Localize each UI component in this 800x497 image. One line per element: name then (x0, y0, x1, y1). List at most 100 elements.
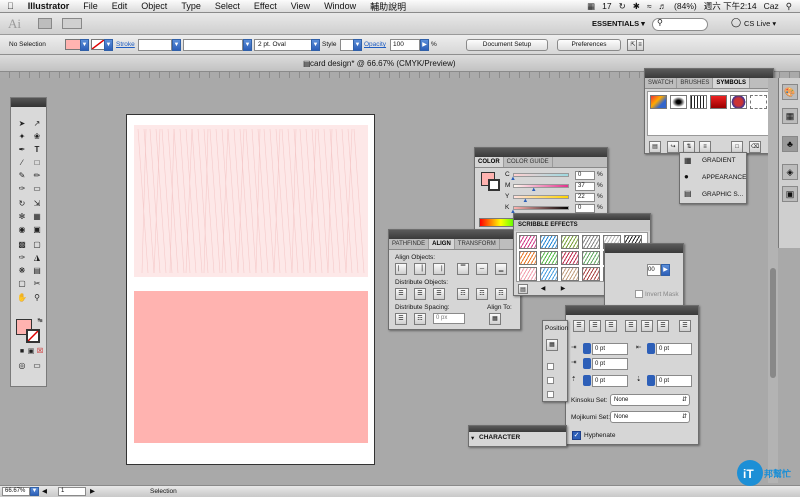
hyphenate-checkbox[interactable]: ✓ (572, 431, 581, 440)
align-left-icon[interactable]: ⎸ (395, 263, 407, 275)
align-left-text-icon[interactable]: ☰ (573, 320, 585, 332)
perspective-grid-tool-icon[interactable]: ▣ (30, 224, 44, 235)
channel-slider-k[interactable] (513, 206, 569, 210)
document-setup-button[interactable]: Document Setup (466, 39, 548, 51)
volume-icon[interactable]: ♬ (659, 1, 668, 11)
menu-effect[interactable]: Effect (247, 1, 284, 11)
next-library-icon[interactable]: ▶ (558, 284, 568, 294)
right-indent-input[interactable]: 0 pt (656, 343, 692, 355)
scribble-style-swatch[interactable] (561, 267, 579, 281)
workspace-switcher[interactable]: ESSENTIALS ▾ (592, 19, 645, 28)
menu-app-name[interactable]: Illustrator (21, 1, 77, 11)
pen-tool-icon[interactable]: ✒ (15, 144, 29, 155)
distribute-left-icon[interactable]: ☶ (457, 288, 469, 300)
tab-color-guide[interactable]: COLOR GUIDE (504, 157, 553, 167)
arrange-documents-icon[interactable] (62, 18, 82, 29)
opacity-input[interactable]: 100 (390, 39, 420, 51)
clock[interactable]: 週六 下午2:14 (704, 0, 757, 12)
bluetooth-icon[interactable]: ✱ (633, 1, 640, 12)
mesh-tool-icon[interactable]: ▩ (15, 239, 29, 250)
first-line-indent-input[interactable]: 0 pt (592, 358, 628, 370)
vertical-scrollbar[interactable] (768, 78, 778, 483)
symbol-sphere[interactable] (730, 95, 747, 109)
lasso-tool-icon[interactable]: ❀ (30, 131, 44, 142)
invert-mask-checkbox[interactable] (635, 290, 643, 298)
artboard-tool-icon[interactable]: ▢ (15, 278, 29, 289)
layers-dock-icon[interactable]: ◈ (782, 164, 798, 180)
tab-color[interactable]: COLOR (475, 157, 504, 167)
style-dropdown[interactable]: ▼ (353, 39, 362, 51)
left-indent-input[interactable]: 0 pt (592, 343, 628, 355)
channel-input-m[interactable]: 37 (575, 182, 595, 191)
scribble-style-swatch[interactable] (561, 235, 579, 249)
right-indent-stepper[interactable] (647, 343, 655, 354)
document-title[interactable]: card design* @ 66.67% (CMYK/Preview) (310, 59, 456, 68)
place-symbol-icon[interactable]: ↪ (667, 141, 679, 153)
line-tool-icon[interactable]: ∕ (15, 157, 29, 168)
blend-tool-icon[interactable]: ◮ (30, 252, 44, 263)
distribute-hspace-icon[interactable]: ☶ (414, 313, 426, 325)
symbol-cube[interactable] (650, 95, 667, 109)
stroke-label[interactable]: Stroke (116, 41, 135, 48)
menu-help[interactable]: 輔助說明 (363, 0, 413, 13)
justify-all-icon[interactable]: ☰ (679, 320, 691, 332)
gradient-tool-icon[interactable]: ▢ (30, 239, 44, 250)
symbols-panel-header[interactable] (645, 69, 773, 78)
symbol-ribbon[interactable] (710, 95, 727, 109)
bridge-icon[interactable] (38, 18, 52, 29)
symbol-sprayer-tool-icon[interactable]: ❋ (15, 265, 29, 276)
menu-select[interactable]: Select (208, 1, 247, 11)
scribble-style-swatch[interactable] (519, 251, 537, 265)
channel-slider-knob-c[interactable]: ▲ (510, 176, 516, 182)
distribute-top-icon[interactable]: ☰ (395, 288, 407, 300)
delete-symbol-icon[interactable]: ⌫ (749, 141, 761, 153)
hand-tool-icon[interactable]: ✋ (15, 292, 29, 303)
symbol-grass[interactable] (690, 95, 707, 109)
space-before-input[interactable]: 0 pt (592, 375, 628, 387)
apple-icon[interactable]:  (0, 1, 21, 11)
align-panel-header[interactable] (389, 230, 520, 239)
status-mode[interactable]: Selection (150, 488, 177, 495)
scribble-style-swatch[interactable] (582, 251, 600, 265)
wifi-icon[interactable]: ≈ (647, 1, 652, 11)
kinsoku-select[interactable]: None ⇵ (610, 394, 690, 406)
fill-dropdown[interactable]: ▼ (80, 39, 89, 51)
next-page-icon[interactable]: ▶ (90, 487, 95, 495)
swap-fill-stroke-icon[interactable]: ↹ (33, 316, 47, 327)
adobe-updates-icon[interactable]: ▦ (587, 1, 595, 12)
brush-definition[interactable]: 2 pt. Oval (254, 39, 312, 51)
stroke-dropdown[interactable]: ▼ (104, 39, 113, 51)
tab-pathfinder[interactable]: PATHFINDE (389, 239, 430, 249)
scribble-style-swatch[interactable] (540, 235, 558, 249)
pink-rectangle[interactable] (134, 291, 368, 443)
reference-point-icon[interactable]: ▦ (546, 339, 558, 351)
zoom-dropdown[interactable]: ▼ (30, 487, 39, 496)
paintbrush-tool-icon[interactable]: ✎ (15, 170, 29, 181)
channel-slider-c[interactable] (513, 173, 569, 177)
gradient-panel-label[interactable]: GRADIENT (702, 157, 736, 164)
align-vcenter-icon[interactable]: ─ (476, 263, 488, 275)
variable-width-dropdown[interactable]: ▼ (243, 39, 252, 51)
variable-width-input[interactable] (183, 39, 243, 51)
scribble-style-swatch[interactable] (540, 267, 558, 281)
slice-tool-icon[interactable]: ✂ (30, 278, 44, 289)
cs-live-button[interactable]: CS Live ▾ (744, 19, 776, 28)
graphic-styles-panel-label[interactable]: GRAPHIC S... (702, 191, 743, 198)
scribble-style-swatch[interactable] (540, 251, 558, 265)
menu-file[interactable]: File (76, 1, 105, 11)
align-center-text-icon[interactable]: ☰ (589, 320, 601, 332)
free-transform-tool-icon[interactable]: ▦ (30, 211, 44, 222)
battery-status[interactable]: (84%) (674, 1, 697, 11)
magic-wand-tool-icon[interactable]: ✦ (15, 131, 29, 142)
distribute-vspace-icon[interactable]: ☰ (395, 313, 407, 325)
eyedropper-tool-icon[interactable]: ✑ (15, 252, 29, 263)
scribble-panel-title[interactable]: SCRIBBLE EFFECTS (514, 220, 650, 231)
symbol-library-icon[interactable]: ▤ (649, 141, 661, 153)
scrollbar-thumb[interactable] (770, 268, 776, 378)
selection-tool-icon[interactable]: ➤ (15, 118, 29, 129)
symbol-splat[interactable] (670, 95, 687, 109)
color-dock-icon[interactable]: 🎨 (782, 84, 798, 100)
channel-slider-m[interactable] (513, 184, 569, 188)
first-line-stepper[interactable] (583, 358, 591, 369)
distribute-vcenter-icon[interactable]: ☰ (414, 288, 426, 300)
